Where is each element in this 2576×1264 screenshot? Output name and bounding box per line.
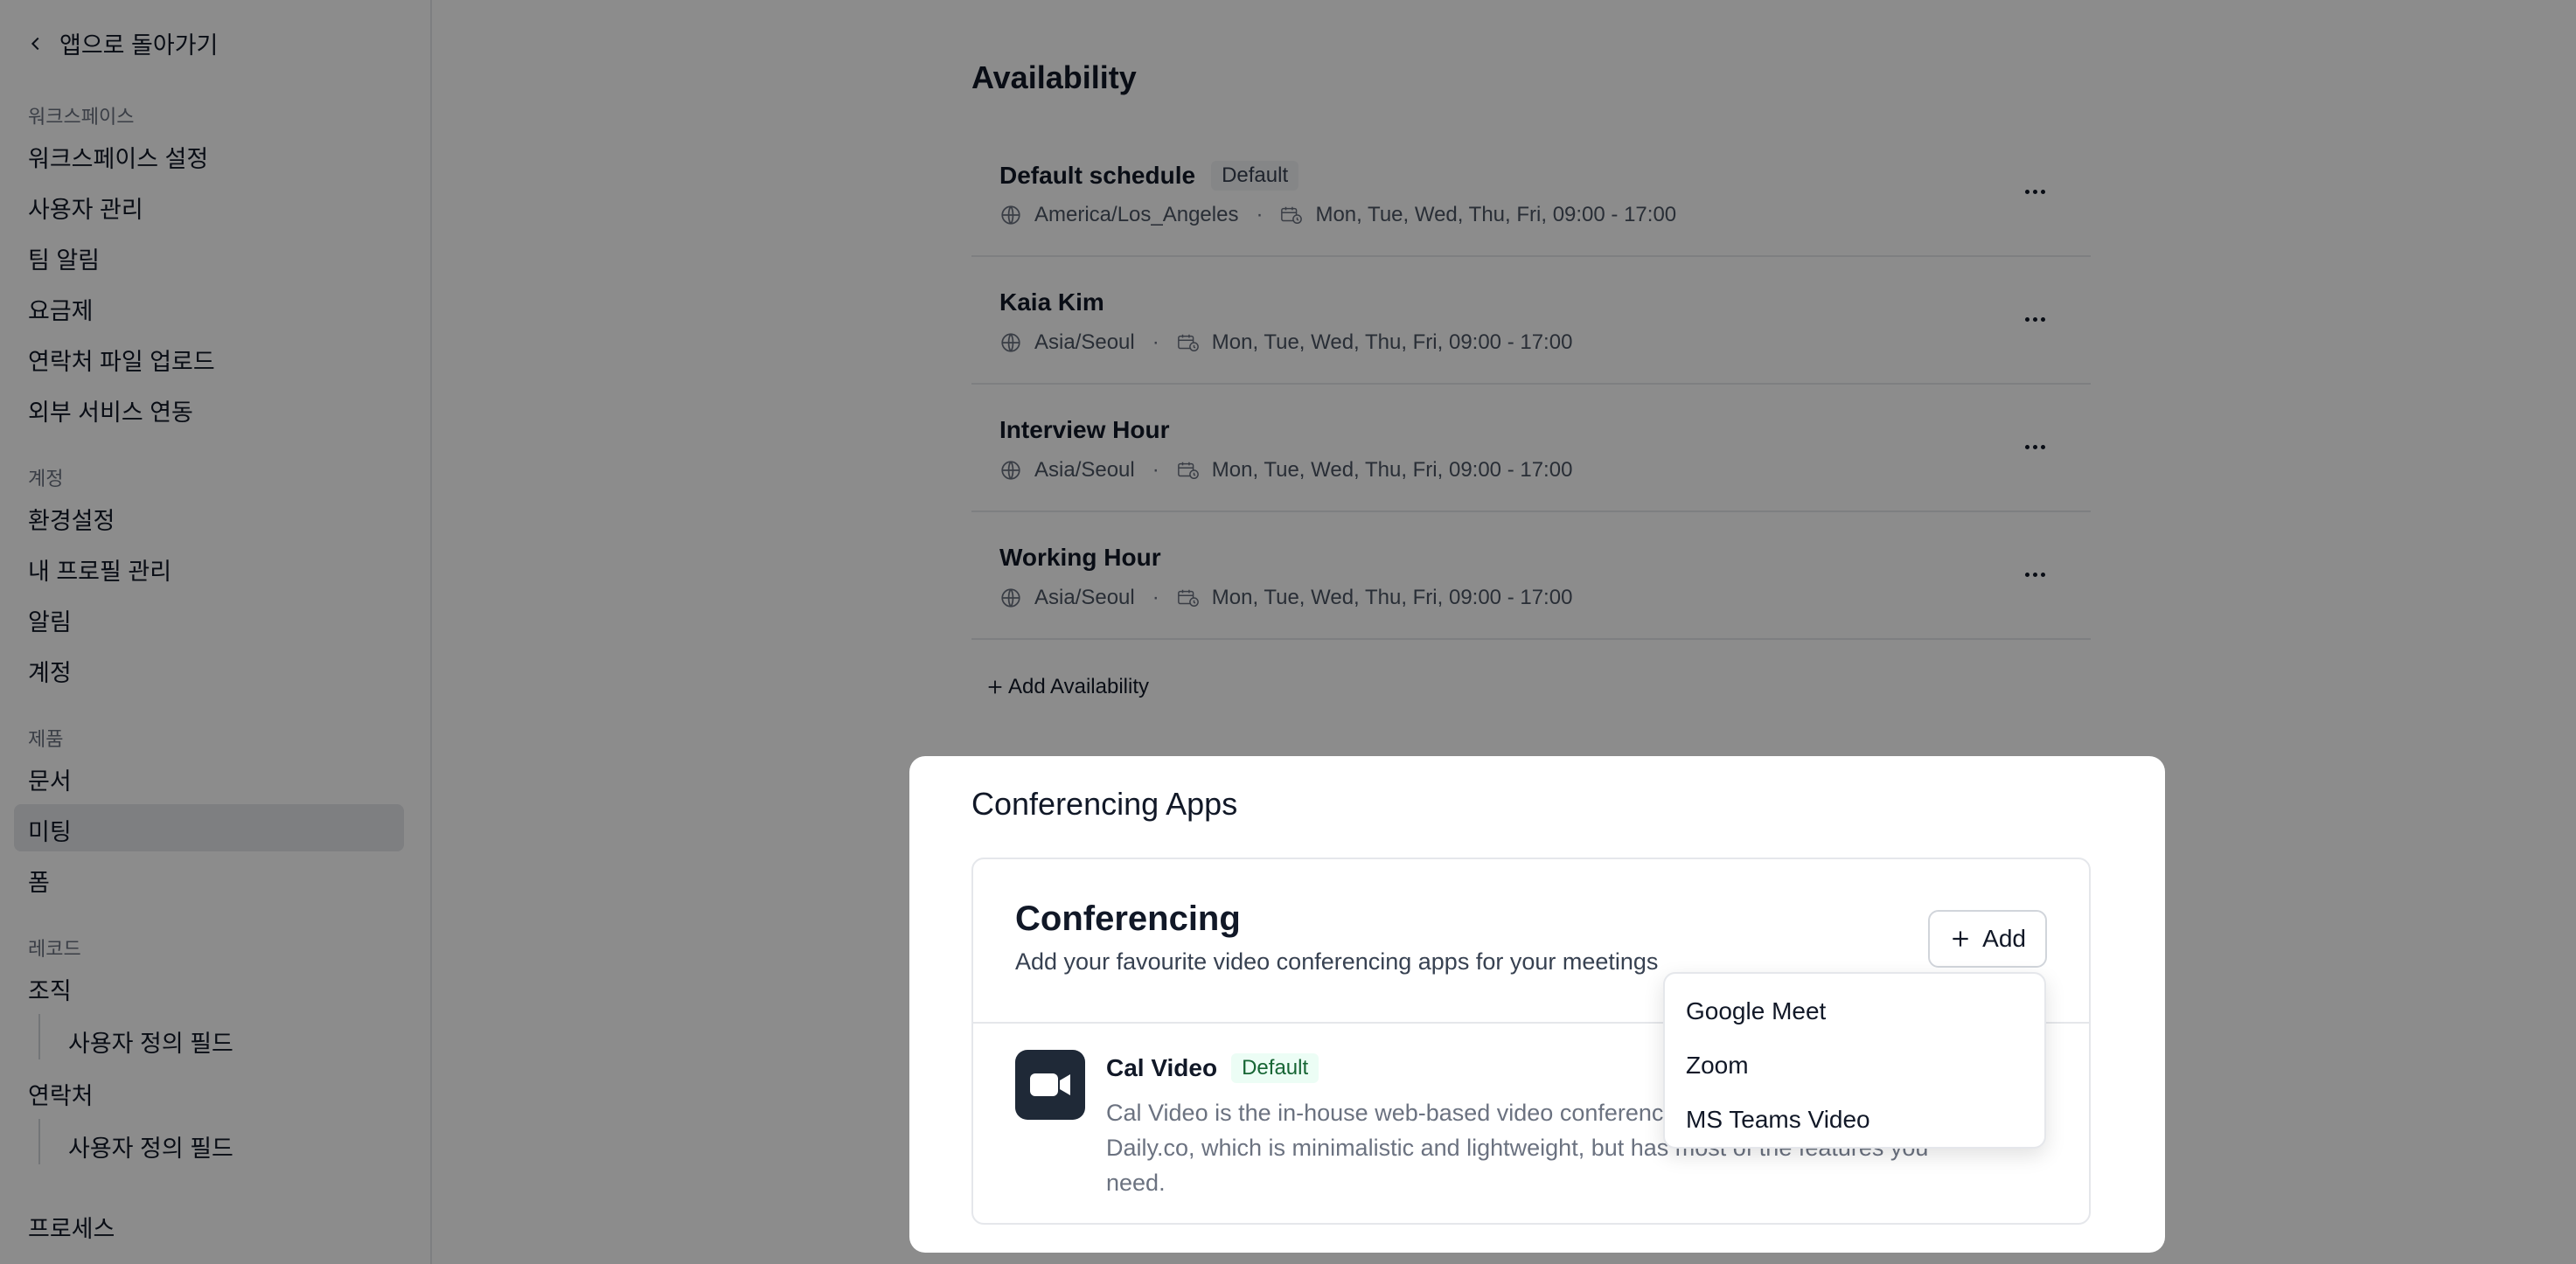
conferencing-add-dropdown: Google Meet Zoom MS Teams Video	[1663, 972, 2046, 1149]
default-badge: Default	[1231, 1053, 1319, 1083]
modal-title: Conferencing Apps	[971, 786, 1238, 822]
conferencing-description: Add your favourite video conferencing ap…	[1015, 948, 1659, 975]
dropdown-option-google-meet[interactable]: Google Meet	[1665, 984, 2044, 1038]
plus-icon	[1953, 931, 1968, 947]
dropdown-option-ms-teams[interactable]: MS Teams Video	[1665, 1093, 2044, 1147]
video-camera-icon	[1015, 1050, 1085, 1120]
app-name: Cal Video	[1106, 1054, 1218, 1081]
add-conferencing-button[interactable]: Add	[1928, 910, 2047, 968]
dropdown-option-zoom[interactable]: Zoom	[1665, 1038, 2044, 1093]
conferencing-title: Conferencing	[1015, 899, 1241, 938]
add-button-label: Add	[1982, 925, 2026, 952]
